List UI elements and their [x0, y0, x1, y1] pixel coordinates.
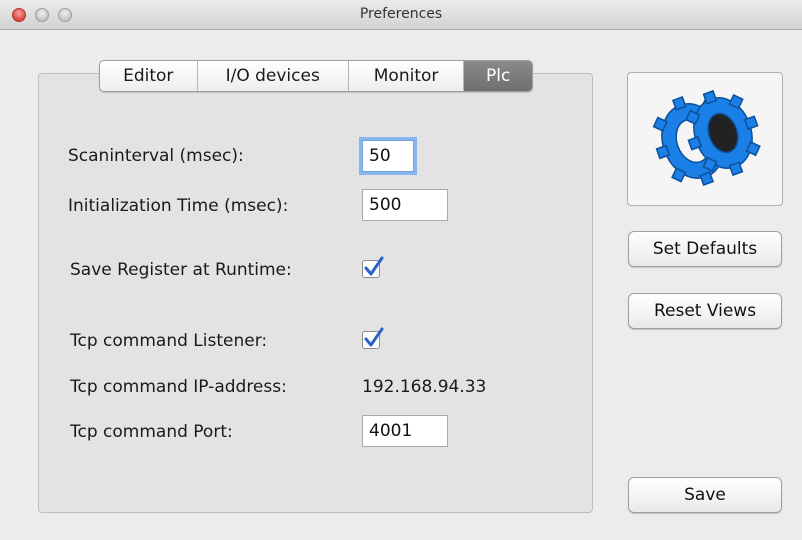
tcp-ip-address-label: Tcp command IP-address:: [70, 377, 287, 397]
initialization-time-label: Initialization Time (msec):: [68, 196, 289, 216]
tcp-listener-checkbox[interactable]: [362, 327, 384, 349]
scaninterval-input[interactable]: [362, 140, 414, 172]
tab-monitor[interactable]: Monitor: [349, 61, 465, 91]
tcp-ip-address-value: 192.168.94.33: [362, 377, 487, 397]
tcp-listener-label: Tcp command Listener:: [70, 331, 268, 351]
save-register-checkbox[interactable]: [362, 256, 384, 278]
title-bar: Preferences: [0, 0, 802, 30]
checkmark-icon: [364, 256, 384, 276]
scaninterval-label: Scaninterval (msec):: [68, 146, 244, 166]
set-defaults-button[interactable]: Set Defaults: [628, 231, 782, 267]
initialization-time-input[interactable]: [362, 189, 448, 221]
preferences-tab-bar: Editor I/O devices Monitor Plc: [99, 60, 533, 92]
save-register-label: Save Register at Runtime:: [70, 260, 292, 280]
save-button[interactable]: Save: [628, 477, 782, 513]
tab-editor[interactable]: Editor: [100, 61, 198, 91]
gears-icon: [652, 89, 761, 186]
tcp-port-input[interactable]: [362, 415, 448, 447]
tab-io-devices[interactable]: I/O devices: [198, 61, 349, 91]
tab-plc[interactable]: Plc: [464, 61, 532, 91]
plc-settings-panel: [38, 73, 593, 513]
reset-views-button[interactable]: Reset Views: [628, 293, 782, 329]
window-title: Preferences: [359, 6, 443, 22]
app-icon-well: [627, 72, 783, 206]
checkmark-icon: [364, 327, 384, 347]
tcp-port-label: Tcp command Port:: [70, 422, 233, 442]
